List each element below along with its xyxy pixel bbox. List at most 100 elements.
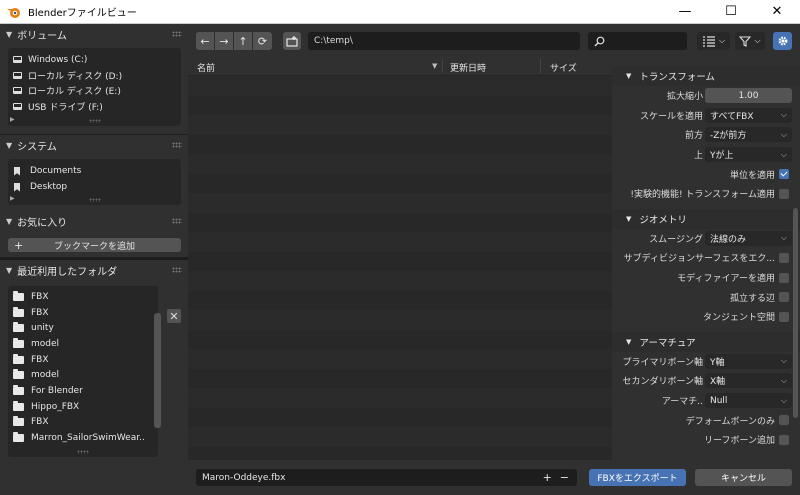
- secondary-bone-label: セカンダリボーン軸: [622, 377, 703, 388]
- filename-text: Maron-Oddeye.fbx: [202, 472, 286, 483]
- folder-icon: [13, 353, 24, 364]
- cancel-button[interactable]: キャンセル: [695, 469, 792, 486]
- increment-button[interactable]: +: [543, 471, 552, 484]
- collapse-triangle-icon: ▼: [6, 265, 13, 275]
- scale-field[interactable]: 1.00: [705, 88, 792, 104]
- forward-button[interactable]: →: [215, 32, 233, 50]
- recent-item[interactable]: FBX: [8, 289, 158, 305]
- column-size[interactable]: サイズ: [550, 61, 577, 74]
- recent-item[interactable]: For Blender: [8, 383, 158, 399]
- recent-item[interactable]: Marron_SailorSwimWear..: [8, 430, 158, 446]
- up-dropdown[interactable]: Yが上 ⌵: [705, 147, 792, 163]
- recent-item[interactable]: model: [8, 336, 158, 352]
- chevron-down-icon: ⌵: [780, 233, 787, 243]
- maximize-button[interactable]: ☐: [708, 0, 754, 24]
- forward-dropdown[interactable]: -Zが前方 ⌵: [705, 127, 792, 143]
- plus-icon: +: [14, 238, 24, 252]
- volume-item-d[interactable]: ローカル ディスク (D:): [8, 68, 181, 84]
- volume-item-c[interactable]: Windows (C:): [8, 52, 181, 68]
- column-modified[interactable]: 更新日時: [450, 61, 486, 74]
- leaf-bones-label: リーフボーン追加: [703, 436, 775, 447]
- volume-item-e[interactable]: ローカル ディスク (E:): [8, 83, 181, 99]
- favorites-header[interactable]: ▼ お気に入り: [0, 211, 188, 231]
- drive-icon: [13, 56, 22, 64]
- recent-scrollbar[interactable]: [154, 313, 161, 428]
- sort-arrow-icon[interactable]: ▼: [432, 62, 437, 70]
- file-list[interactable]: 名前 ▼ 更新日時 サイズ: [188, 56, 612, 460]
- resize-grip-icon[interactable]: [88, 198, 101, 202]
- volumes-header[interactable]: ▼ ボリューム: [0, 24, 188, 44]
- decrement-button[interactable]: −: [560, 471, 569, 484]
- tangent-checkbox[interactable]: [779, 311, 789, 322]
- recent-header[interactable]: ▼ 最近利用したフォルダ: [0, 260, 188, 280]
- volume-item-f[interactable]: USB ドライブ (F:): [8, 99, 181, 115]
- deform-bones-checkbox[interactable]: [779, 415, 789, 426]
- experimental-row: !実験的機能! トランスフォーム適用: [612, 184, 800, 204]
- apply-scale-value: すべてFBX: [710, 111, 754, 122]
- resize-grip-icon[interactable]: [77, 450, 89, 454]
- filter-dropdown[interactable]: ⌵: [735, 32, 765, 50]
- close-button[interactable]: ✕: [754, 0, 800, 24]
- properties-scrollbar[interactable]: [793, 208, 798, 418]
- search-input[interactable]: [588, 32, 687, 50]
- recent-item[interactable]: FBX: [8, 352, 158, 368]
- panel-grip-icon[interactable]: [172, 31, 182, 37]
- column-divider[interactable]: [442, 59, 443, 73]
- loose-edges-checkbox[interactable]: [779, 292, 789, 303]
- armature-header[interactable]: ▼ アーマチュア: [612, 331, 800, 352]
- modifiers-checkbox[interactable]: [779, 272, 789, 283]
- back-button[interactable]: ←: [196, 32, 214, 50]
- expand-arrow-icon[interactable]: ▶: [10, 195, 15, 202]
- panel-grip-icon[interactable]: [172, 267, 182, 273]
- parent-directory-button[interactable]: ↑: [234, 32, 252, 50]
- column-divider[interactable]: [540, 59, 541, 73]
- smoothing-row: スムージング 法線のみ ⌵: [612, 229, 800, 249]
- apply-unit-checkbox[interactable]: [779, 169, 789, 180]
- recent-item[interactable]: model: [8, 367, 158, 383]
- bookmark-icon: [14, 182, 20, 192]
- recent-item[interactable]: Hippo_FBX: [8, 399, 158, 415]
- recent-list: FBX FBX unity model FBX model For Blende…: [8, 286, 161, 457]
- armature-node-dropdown[interactable]: Null ⌵: [705, 393, 792, 409]
- resize-grip-icon[interactable]: [88, 119, 101, 123]
- arrow-up-icon: ↑: [238, 34, 248, 48]
- volumes-list: Windows (C:) ローカル ディスク (D:) ローカル ディスク (E…: [8, 48, 181, 126]
- up-row: 上 Yが上 ⌵: [612, 145, 800, 165]
- sidebar: ▼ ボリューム Windows (C:) ローカル ディスク (D:) ローカル …: [0, 24, 188, 495]
- recent-item[interactable]: unity: [8, 320, 158, 336]
- secondary-bone-dropdown[interactable]: X軸 ⌵: [705, 373, 792, 389]
- experimental-checkbox[interactable]: [779, 188, 789, 199]
- volume-label: Windows (C:): [28, 54, 88, 65]
- recent-item[interactable]: FBX: [8, 415, 158, 431]
- recent-item[interactable]: FBX: [8, 305, 158, 321]
- geometry-header[interactable]: ▼ ジオメトリ: [612, 208, 800, 229]
- add-bookmark-button[interactable]: + ブックマークを追加: [8, 238, 181, 252]
- primary-bone-dropdown[interactable]: Y軸 ⌵: [705, 353, 792, 369]
- transform-header[interactable]: ▼ トランスフォーム: [612, 66, 800, 86]
- refresh-button[interactable]: ⟳: [253, 32, 272, 50]
- recent-item-label: Hippo_FBX: [31, 401, 80, 412]
- subdiv-checkbox[interactable]: [779, 252, 789, 263]
- system-header[interactable]: ▼ システム: [0, 135, 188, 155]
- filename-input[interactable]: Maron-Oddeye.fbx + −: [196, 469, 577, 486]
- deform-bones-label: デフォームボーンのみ: [685, 416, 775, 427]
- leaf-bones-checkbox[interactable]: [779, 434, 789, 445]
- minimize-button[interactable]: —: [662, 0, 708, 24]
- file-list-body: [188, 76, 612, 460]
- new-folder-button[interactable]: [283, 32, 301, 50]
- path-field[interactable]: C:\temp\: [308, 32, 580, 50]
- panel-grip-icon[interactable]: [172, 218, 182, 224]
- folder-icon: [13, 384, 24, 395]
- remove-recent-button[interactable]: ✕: [167, 309, 181, 323]
- expand-arrow-icon[interactable]: ▶: [10, 116, 15, 123]
- apply-scale-dropdown[interactable]: すべてFBX ⌵: [705, 107, 792, 123]
- export-button[interactable]: FBXをエクスポート: [589, 469, 686, 486]
- display-mode-dropdown[interactable]: ⌵: [697, 32, 730, 50]
- settings-toggle-button[interactable]: [773, 32, 792, 50]
- system-item-desktop[interactable]: Desktop: [8, 179, 181, 195]
- column-name[interactable]: 名前: [197, 61, 215, 74]
- chevron-down-icon: ⌵: [780, 375, 787, 385]
- smoothing-dropdown[interactable]: 法線のみ ⌵: [705, 230, 792, 246]
- system-item-documents[interactable]: Documents: [8, 163, 181, 179]
- panel-grip-icon[interactable]: [172, 142, 182, 148]
